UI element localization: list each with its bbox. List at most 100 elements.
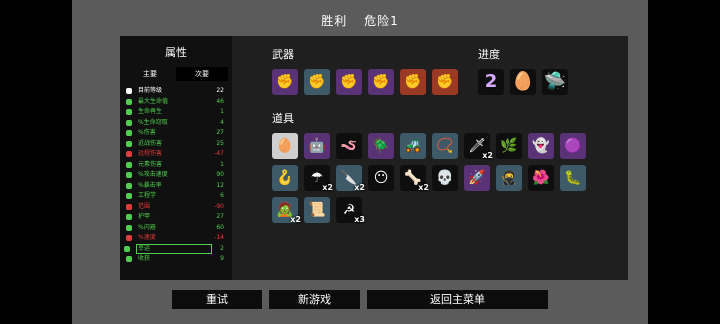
item-slot[interactable]: 👻 [528, 133, 554, 159]
weapon-slot[interactable]: ✊ [336, 69, 362, 95]
progress-slot[interactable]: 🛸 [542, 69, 568, 95]
progress-slot[interactable]: 🥚 [510, 69, 536, 95]
item-quantity: x2 [290, 215, 301, 224]
stat-label: %速度 [138, 234, 156, 241]
harvest-icon [126, 256, 132, 262]
stat-row[interactable]: %闪避 60 [124, 224, 228, 232]
stat-value: 2 [220, 244, 224, 252]
stat-row[interactable]: 护甲 27 [124, 213, 228, 221]
item-slot[interactable]: 🥷 [496, 165, 522, 191]
damage-icon [126, 130, 132, 136]
stat-row[interactable]: 生命再生 1 [124, 108, 228, 116]
stat-row[interactable]: 远程伤害 -47 [124, 150, 228, 158]
stat-value: 27 [216, 129, 224, 136]
stat-row[interactable]: 最大生命值 46 [124, 98, 228, 106]
stat-value: 60 [216, 223, 224, 231]
bandit-icon: 🥷 [500, 170, 518, 186]
item-slot[interactable]: 🗡 x2 [464, 133, 493, 160]
result-label: 胜利 [321, 14, 348, 28]
stat-value: 46 [216, 97, 224, 105]
item-slot[interactable]: 🚜 [400, 133, 426, 159]
weapons-heading: 武器 [272, 48, 294, 61]
tab-main-stats[interactable]: 主要 [124, 67, 176, 81]
weapon-slot[interactable]: ✊ [432, 69, 458, 95]
progress-slot[interactable]: 2 [478, 69, 504, 95]
fist-icon: ✊ [308, 74, 326, 90]
egg-icon: 🥚 [511, 71, 535, 92]
new-game-button[interactable]: 新游戏 [269, 290, 360, 309]
stat-value: 27 [216, 213, 224, 220]
item-slot[interactable]: 🧟 x2 [272, 197, 301, 224]
weapon-slot[interactable]: ✊ [304, 69, 330, 95]
stat-row[interactable]: %暴击率 12 [124, 182, 228, 190]
item-quantity: x2 [418, 183, 429, 192]
stat-row[interactable]: %伤害 27 [124, 129, 228, 137]
item-slot[interactable]: ☭ x3 [336, 197, 365, 224]
stat-row[interactable]: %生命窃取 4 [124, 119, 228, 127]
item-slot[interactable]: 🔪 x2 [336, 165, 365, 192]
item-quantity: x2 [354, 183, 365, 192]
worm-icon: 🪱 [340, 138, 358, 154]
item-slot[interactable]: 🟣 [560, 133, 586, 159]
crit-icon [126, 182, 132, 189]
stat-row[interactable]: 近战伤害 25 [124, 140, 228, 148]
stat-value: -90 [214, 202, 224, 210]
stat-value: 12 [216, 181, 224, 189]
stat-value: -14 [214, 234, 224, 241]
item-slot[interactable]: 🐛 [560, 165, 586, 191]
stat-row[interactable]: 收获 9 [124, 255, 228, 263]
item-slot[interactable]: 🦴 x2 [400, 165, 429, 192]
item-slot[interactable]: 💀 [432, 165, 458, 191]
items-heading: 道具 [272, 112, 294, 125]
weapon-slot[interactable]: ✊ [400, 69, 426, 95]
claw-icon: 🪝 [276, 170, 294, 186]
stat-value: 1 [220, 108, 224, 115]
weapon-slot[interactable]: ✊ [368, 69, 394, 95]
item-slot[interactable]: 🪱 [336, 133, 362, 159]
item-slot[interactable]: 🥚 [272, 133, 298, 159]
stat-label: 目前等级 [138, 87, 163, 94]
stat-value: 25 [216, 139, 224, 147]
stat-row[interactable]: %速度 -14 [124, 234, 228, 242]
item-slot[interactable]: 📿 [432, 133, 458, 159]
engineering-icon [126, 193, 132, 199]
item-slot[interactable]: 🌿 [496, 133, 522, 159]
stat-row[interactable]: 工程学 6 [124, 192, 228, 200]
stat-label: 远程伤害 [138, 150, 163, 157]
stat-row[interactable]: 幸运 2 [124, 243, 224, 254]
item-slot[interactable]: ☂ x2 [304, 165, 333, 192]
level-icon [126, 88, 132, 94]
item-quantity: x2 [482, 151, 493, 160]
dodge-icon [126, 224, 132, 231]
flaming-fist-icon: ✊ [436, 74, 454, 90]
weapon-slot[interactable]: ✊ [272, 69, 298, 95]
item-slot[interactable]: 😶 [368, 165, 394, 191]
regen-icon [126, 109, 132, 115]
item-slot[interactable]: 🤖 [304, 133, 330, 159]
item-slot[interactable]: 🚀 [464, 165, 490, 191]
stat-label: 元素伤害 [138, 160, 163, 168]
retry-button[interactable]: 重试 [172, 290, 262, 309]
stat-row[interactable]: 目前等级 22 [124, 87, 228, 95]
fist-icon: ✊ [340, 74, 358, 90]
run-result-title: 胜利 危险1 [0, 12, 720, 29]
stat-label: 范围 [138, 202, 151, 210]
stat-row[interactable]: %攻击速度 90 [124, 171, 228, 179]
item-quantity: x3 [354, 215, 365, 224]
stat-row[interactable]: 元素伤害 1 [124, 161, 228, 169]
melee-icon [126, 140, 132, 147]
stat-label: 收获 [138, 255, 151, 262]
item-slot[interactable]: 📜 [304, 197, 330, 223]
item-slot[interactable]: 🪲 [368, 133, 394, 159]
item-slot[interactable]: 🌺 [528, 165, 554, 191]
stat-value: -47 [214, 150, 224, 157]
tab-secondary-stats[interactable]: 次要 [176, 67, 228, 81]
item-slot[interactable]: 🪝 [272, 165, 298, 191]
flaming-fist-icon: ✊ [404, 74, 422, 90]
skull-icon: 💀 [436, 170, 454, 186]
level-number-icon: 2 [484, 71, 498, 92]
scroll-icon: 📜 [308, 202, 326, 218]
main-menu-button[interactable]: 返回主菜单 [367, 290, 548, 309]
stat-row[interactable]: 范围 -90 [124, 203, 228, 211]
robot-icon: 🤖 [308, 138, 326, 154]
